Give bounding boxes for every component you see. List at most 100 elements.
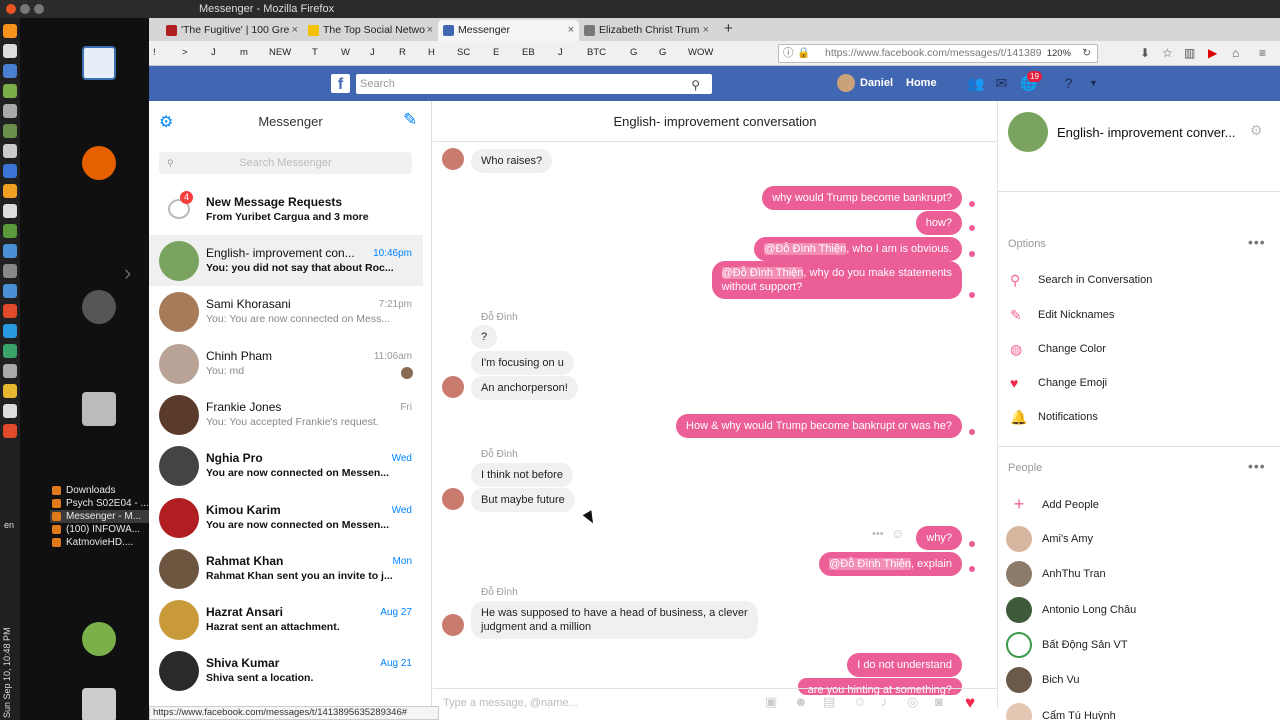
ubuntu-icon[interactable] — [82, 290, 116, 324]
launcher-app-icon[interactable] — [3, 344, 17, 358]
launcher-app-icon[interactable] — [3, 284, 17, 298]
sender-avatar[interactable] — [442, 488, 464, 510]
message-bubble-incoming[interactable]: I think not before — [471, 463, 573, 487]
search-icon[interactable]: ⚲ — [691, 75, 700, 95]
change-emoji-option[interactable]: ♥ Change Emoji — [1008, 373, 1107, 393]
account-menu-icon[interactable]: ▼ — [1085, 75, 1102, 92]
bookmark-item[interactable]: ! — [153, 47, 156, 58]
launcher-app-icon[interactable] — [3, 424, 17, 438]
user-icon[interactable] — [82, 622, 116, 656]
bookmark-item[interactable]: NEW — [269, 47, 291, 58]
bookmark-item[interactable]: W — [341, 47, 350, 58]
url-bar[interactable]: ⓘ 🔒 https://www.facebook.com/messages/t/… — [778, 44, 1098, 63]
conversation-item[interactable]: Sami Khorasani 7:21pm You: You are now con… — [149, 286, 423, 337]
launcher-app-icon[interactable] — [3, 164, 17, 178]
sticker-icon[interactable]: ☻ — [794, 694, 808, 709]
help-icon[interactable]: ? — [1060, 75, 1077, 92]
home-icon[interactable]: ⌂ — [1232, 46, 1239, 60]
document-icon[interactable] — [82, 46, 116, 80]
options-more-icon[interactable]: ••• — [1248, 234, 1266, 250]
person-item[interactable]: Ami's Amy — [1006, 526, 1093, 552]
zoom-level[interactable]: 120% — [1047, 45, 1071, 62]
launcher-app-icon[interactable] — [3, 404, 17, 418]
launcher-app-icon[interactable] — [3, 204, 17, 218]
bookmark-item[interactable]: WOW — [688, 47, 713, 58]
message-bubble-outgoing[interactable]: @Đỗ Đình Thiện, explain — [819, 552, 962, 576]
bookmark-item[interactable]: > — [182, 47, 188, 58]
message-bubble-outgoing[interactable]: @Đỗ Đình Thiện, who I am is obvious. — [754, 237, 962, 261]
launcher-app-icon[interactable] — [3, 64, 17, 78]
friend-requests-icon[interactable]: 👥 — [967, 75, 984, 92]
message-bubble-incoming[interactable]: I'm focusing on u — [471, 351, 574, 375]
facebook-search-input[interactable]: Search ⚲ — [356, 74, 712, 94]
tab[interactable]: 'The Fugitive' | 100 Gre × — [161, 20, 303, 41]
trash-icon[interactable] — [82, 688, 116, 720]
mention[interactable]: @Đỗ Đình Thiện — [721, 267, 804, 279]
tab[interactable]: The Top Social Netwo × — [303, 20, 438, 41]
page-info-icon[interactable]: ⓘ — [783, 45, 794, 62]
tab-messenger-active[interactable]: Messenger × — [438, 20, 579, 41]
maximize-window-icon[interactable] — [34, 4, 44, 14]
conversation-item[interactable]: English- improvement con... 10:46pm You: y… — [149, 235, 423, 286]
messenger-icon[interactable]: ✉ — [993, 75, 1010, 92]
launcher-app-icon[interactable] — [3, 184, 17, 198]
facebook-logo-icon[interactable]: f — [331, 74, 350, 93]
bookmark-item[interactable]: SC — [457, 47, 470, 58]
message-bubble-outgoing[interactable]: I do not understand — [847, 653, 962, 677]
emoji-icon[interactable]: ☺ — [853, 694, 866, 709]
more-actions-icon[interactable]: ••• — [872, 528, 884, 540]
message-bubble-outgoing[interactable]: @Đỗ Đình Thiện, why do you make statemen… — [711, 261, 962, 299]
launcher-app-icon[interactable] — [3, 84, 17, 98]
bookmark-item[interactable]: m — [240, 47, 248, 58]
launcher-app-icon[interactable] — [3, 264, 17, 278]
message-bubble-incoming[interactable]: An anchorperson! — [471, 376, 578, 400]
gif-icon[interactable]: ▤ — [823, 694, 835, 710]
bookmark-item[interactable]: E — [493, 47, 499, 58]
search-in-conversation-option[interactable]: ⚲ Search in Conversation — [1008, 270, 1152, 290]
conversation-item[interactable]: Kimou Karim Wed You are now connected on M… — [149, 492, 423, 543]
launcher-app-icon[interactable] — [3, 304, 17, 318]
microphone-icon[interactable]: ♪ — [881, 694, 888, 709]
mention[interactable]: @Đỗ Đình Thiện — [829, 558, 912, 570]
bookmark-item[interactable]: G — [659, 47, 666, 58]
message-bubble-outgoing[interactable]: how? — [915, 211, 962, 235]
menu-icon[interactable]: ≡ — [1259, 46, 1266, 60]
bookmark-item[interactable]: J — [558, 47, 563, 58]
profile-link[interactable]: Daniel — [837, 73, 893, 93]
launcher-app-icon[interactable] — [3, 104, 17, 118]
bookmark-item[interactable]: J — [370, 47, 375, 58]
youtube-icon[interactable]: ▶ — [1208, 46, 1217, 60]
archive-icon[interactable] — [82, 392, 116, 426]
conversation-item[interactable]: Rahmat Khan Mon Rahmat Khan sent you an in… — [149, 543, 423, 594]
clock[interactable]: Sun Sep 10, 10:48 PM — [2, 618, 18, 720]
conversation-item[interactable]: Shiva Kumar Aug 21 Shiva sent a location. — [149, 645, 423, 696]
new-tab-icon[interactable]: + — [724, 20, 733, 37]
person-item[interactable]: Bich Vu — [1006, 667, 1080, 694]
bookmark-item[interactable]: H — [428, 47, 435, 58]
photo-icon[interactable]: ▣ — [765, 694, 777, 710]
close-tab-icon[interactable]: × — [292, 20, 298, 41]
message-bubble-outgoing[interactable]: How & why would Trump become bankrupt or… — [676, 414, 962, 438]
edit-nicknames-option[interactable]: ✎ Edit Nicknames — [1008, 305, 1114, 325]
launcher-app-icon[interactable] — [3, 384, 17, 398]
launcher-app-icon[interactable] — [3, 244, 17, 258]
sender-avatar[interactable] — [442, 614, 464, 636]
mention[interactable]: @Đỗ Đình Thiện — [764, 243, 847, 255]
message-bubble-incoming[interactable]: ? — [471, 325, 498, 349]
person-item[interactable]: Bất Động Sản VT — [1006, 631, 1128, 658]
bookmark-item[interactable]: G — [630, 47, 637, 58]
conversation-item[interactable]: Frankie Jones Fri You: You accepted Franki… — [149, 389, 423, 440]
message-requests-item[interactable]: 4 New Message Requests From Yuribet Carg… — [149, 184, 423, 235]
bookmark-star-icon[interactable]: ☆ — [1162, 46, 1173, 60]
conversation-item[interactable]: Hazrat Ansari Aug 27 Hazrat sent an attach… — [149, 594, 423, 645]
close-tab-icon[interactable]: × — [568, 20, 574, 41]
payment-icon[interactable]: ◎ — [907, 694, 918, 710]
bookmark-item[interactable]: J — [211, 47, 216, 58]
search-messenger-input[interactable]: ⚲ Search Messenger — [159, 152, 412, 174]
react-icon[interactable]: ☺ — [891, 526, 904, 541]
person-item[interactable]: AnhThu Tran — [1006, 561, 1106, 588]
message-input-placeholder[interactable]: Type a message, @name... — [443, 697, 578, 709]
person-item[interactable]: Antonio Long Châu — [1006, 596, 1136, 623]
launcher-app-icon[interactable] — [3, 224, 17, 238]
message-bubble-incoming[interactable]: Who raises? — [471, 149, 553, 173]
